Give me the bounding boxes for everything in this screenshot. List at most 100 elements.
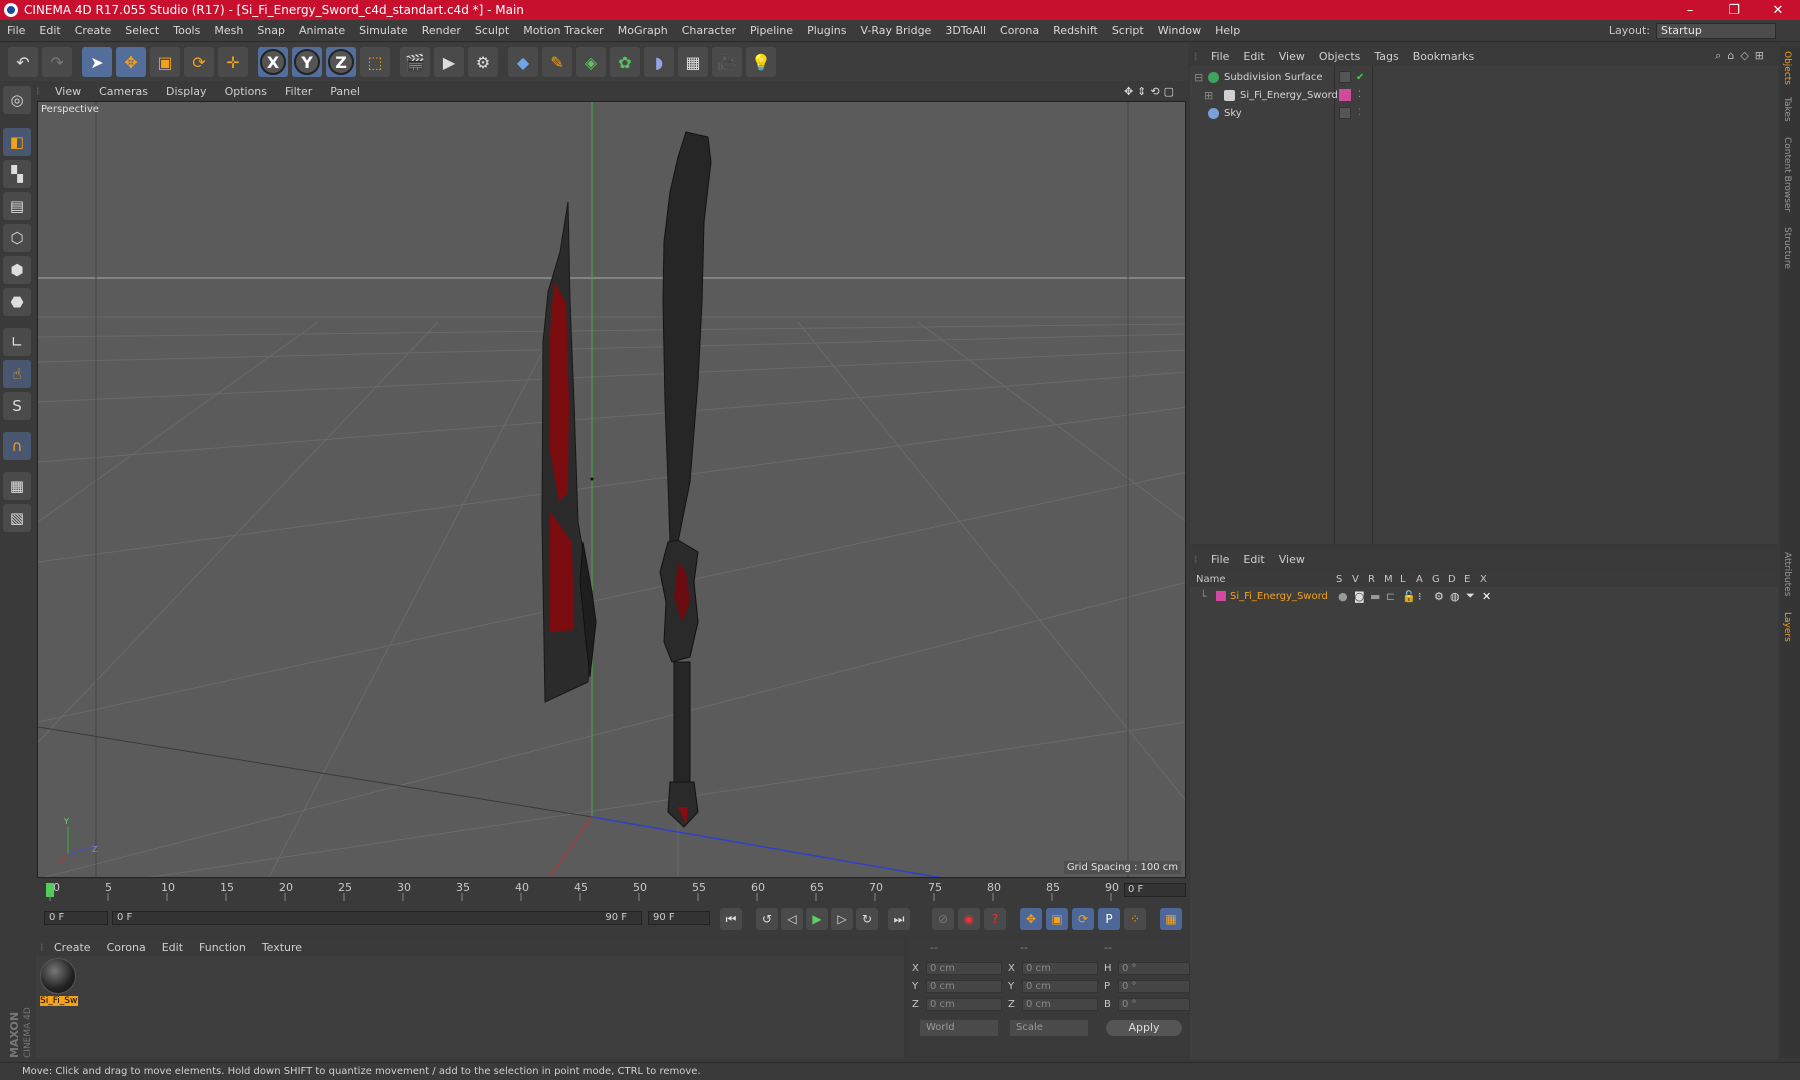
viewport-menu-view[interactable]: View [46,85,90,98]
menu-select[interactable]: Select [118,24,166,37]
sword-blade-model[interactable] [662,131,712,543]
perspective-viewport[interactable]: Y Z Perspective Grid Spacing : 100 cm [37,101,1186,878]
coord-scale-select[interactable]: Scale [1010,1020,1088,1036]
prev-frame-icon[interactable]: ◁ [781,908,803,930]
texture-mode-icon[interactable]: ▚ [3,160,31,188]
material-menu-texture[interactable]: Texture [254,941,310,954]
floor-scene-icon[interactable]: ▦ [678,47,708,77]
tab-structure[interactable]: Structure [1782,227,1792,269]
goto-start-icon[interactable]: ⏮ [720,908,742,930]
size-y-field[interactable]: 0 cm [1022,980,1098,993]
object-row[interactable]: ⊞ Si_Fi_Energy_Sword ⁚ [1190,86,1778,104]
render-view-icon[interactable]: 🎬 [400,47,430,77]
rotation-h-field[interactable]: 0 ° [1118,962,1190,975]
apply-button[interactable]: Apply [1106,1020,1182,1036]
menu-help[interactable]: Help [1208,24,1247,37]
scale-tool-icon[interactable]: ▣ [150,47,180,77]
timeline-window-icon[interactable]: ▦ [1160,908,1182,930]
rotate-tool-icon[interactable]: ⟳ [184,47,214,77]
menu-render[interactable]: Render [415,24,468,37]
object-name[interactable]: Subdivision Surface [1224,72,1323,83]
layers-menu-file[interactable]: File [1204,553,1236,566]
display-tag-icon[interactable] [1339,71,1351,83]
layer-manager-icon[interactable]: ⊏ [1386,590,1402,603]
redo-icon[interactable]: ↷ [42,47,72,77]
objects-menu-bookmarks[interactable]: Bookmarks [1406,50,1481,63]
coord-mode-select[interactable]: World [920,1020,998,1036]
menu-motion-tracker[interactable]: Motion Tracker [516,24,610,37]
z-axis-lock-icon[interactable]: Z [328,49,354,75]
frame-range-slider[interactable]: 0 F 90 F [112,911,642,925]
layout-select[interactable]: Startup [1656,22,1776,39]
material-manager-area[interactable]: Si_Fi_Sw [36,956,904,1058]
camera-icon[interactable]: 🎥 [712,47,742,77]
menu-redshift[interactable]: Redshift [1046,24,1105,37]
coordinate-system-icon[interactable]: ⬚ [360,47,390,77]
deformer-icon[interactable]: ◗ [644,47,674,77]
object-row[interactable]: Sky ⁚ [1190,104,1778,122]
layer-solo-icon[interactable]: ● [1338,590,1354,603]
menu-character[interactable]: Character [675,24,743,37]
layers-menu-view[interactable]: View [1272,553,1312,566]
layer-lock-icon[interactable]: 🔓 [1402,590,1418,603]
recent-tool-icon[interactable]: ✛ [218,47,248,77]
layer-deformers-icon[interactable]: ◍ [1450,590,1466,603]
object-manager-list[interactable]: ⊟ Subdivision Surface ✔ ⊞ Si_Fi_Energy_S… [1190,66,1778,544]
position-x-field[interactable]: 0 cm [926,962,1002,975]
cube-primitive-icon[interactable]: ◆ [508,47,538,77]
layer-animation-icon[interactable]: ⁝ [1418,590,1434,603]
array-mograph-icon[interactable]: ✿ [610,47,640,77]
menu-simulate[interactable]: Simulate [352,24,415,37]
render-settings-icon[interactable]: ⚙ [468,47,498,77]
menu-window[interactable]: Window [1151,24,1208,37]
goto-end-icon[interactable]: ⏭ [888,908,910,930]
x-axis-lock-icon[interactable]: X [260,49,286,75]
current-frame-field[interactable]: 0 F [1124,883,1186,897]
menu-snap[interactable]: Snap [250,24,292,37]
visibility-dots-icon[interactable]: ⁚ [1358,108,1361,118]
axis-mode-icon[interactable]: ∟ [3,328,31,356]
sword-handle-model[interactable] [673,661,691,783]
key-scale-icon[interactable]: ▣ [1046,908,1068,930]
layer-name[interactable]: Si_Fi_Energy_Sword [1230,591,1338,602]
layer-render-icon[interactable]: ▬ [1370,590,1386,603]
menu-mesh[interactable]: Mesh [207,24,250,37]
layer-visible-icon[interactable]: ◙ [1354,590,1370,603]
next-key-icon[interactable]: ↻ [856,908,878,930]
key-pla-icon[interactable]: ⁘ [1124,908,1146,930]
solo-mode-icon[interactable]: S [3,392,31,420]
menu-mograph[interactable]: MoGraph [611,24,675,37]
layer-manager-list[interactable]: └ Si_Fi_Energy_Sword ● ◙ ▬ ⊏ 🔓 ⁝ ⚙ ◍ ⏷ ✕ [1190,587,1778,1059]
viewport-menu-options[interactable]: Options [216,85,276,98]
layer-xref-icon[interactable]: ✕ [1482,590,1498,603]
tab-objects[interactable]: Objects [1782,51,1792,85]
layers-menu-edit[interactable]: Edit [1236,553,1271,566]
display-tag-icon[interactable] [1339,107,1351,119]
objects-menu-file[interactable]: File [1204,50,1236,63]
viewport-menu-cameras[interactable]: Cameras [90,85,157,98]
undo-icon[interactable]: ↶ [8,47,38,77]
menu-sculpt[interactable]: Sculpt [468,24,516,37]
menu-plugins[interactable]: Plugins [800,24,853,37]
move-tool-icon[interactable]: ✥ [116,47,146,77]
rotation-b-field[interactable]: 0 ° [1118,998,1190,1011]
menu-edit[interactable]: Edit [32,24,67,37]
keyframe-selection-icon[interactable]: ? [984,908,1006,930]
timeline-ruler[interactable]: 0 5 10 15 20 25 30 35 40 45 50 55 60 65 … [36,879,1186,901]
material-menu-edit[interactable]: Edit [154,941,191,954]
prev-key-icon[interactable]: ↺ [756,908,778,930]
lock-workplane-icon[interactable]: ▦ [3,472,31,500]
object-name[interactable]: Si_Fi_Energy_Sword [1240,90,1338,101]
layer-color-swatch[interactable] [1216,591,1226,601]
viewport-nav-icons[interactable]: ✥⇕⟲▢ [1124,85,1186,98]
layer-color-tag-icon[interactable] [1339,89,1351,101]
polygons-mode-icon[interactable]: ⬣ [3,288,31,316]
viewport-menu-filter[interactable]: Filter [276,85,321,98]
model-mode-icon[interactable]: ◧ [3,128,31,156]
size-z-field[interactable]: 0 cm [1022,998,1098,1011]
enabled-check-icon[interactable]: ✔ [1356,72,1364,83]
play-icon[interactable]: ▶ [806,908,828,930]
workplane-icon[interactable]: ▤ [3,192,31,220]
start-frame-field[interactable]: 0 F [44,911,108,925]
next-frame-icon[interactable]: ▷ [831,908,853,930]
